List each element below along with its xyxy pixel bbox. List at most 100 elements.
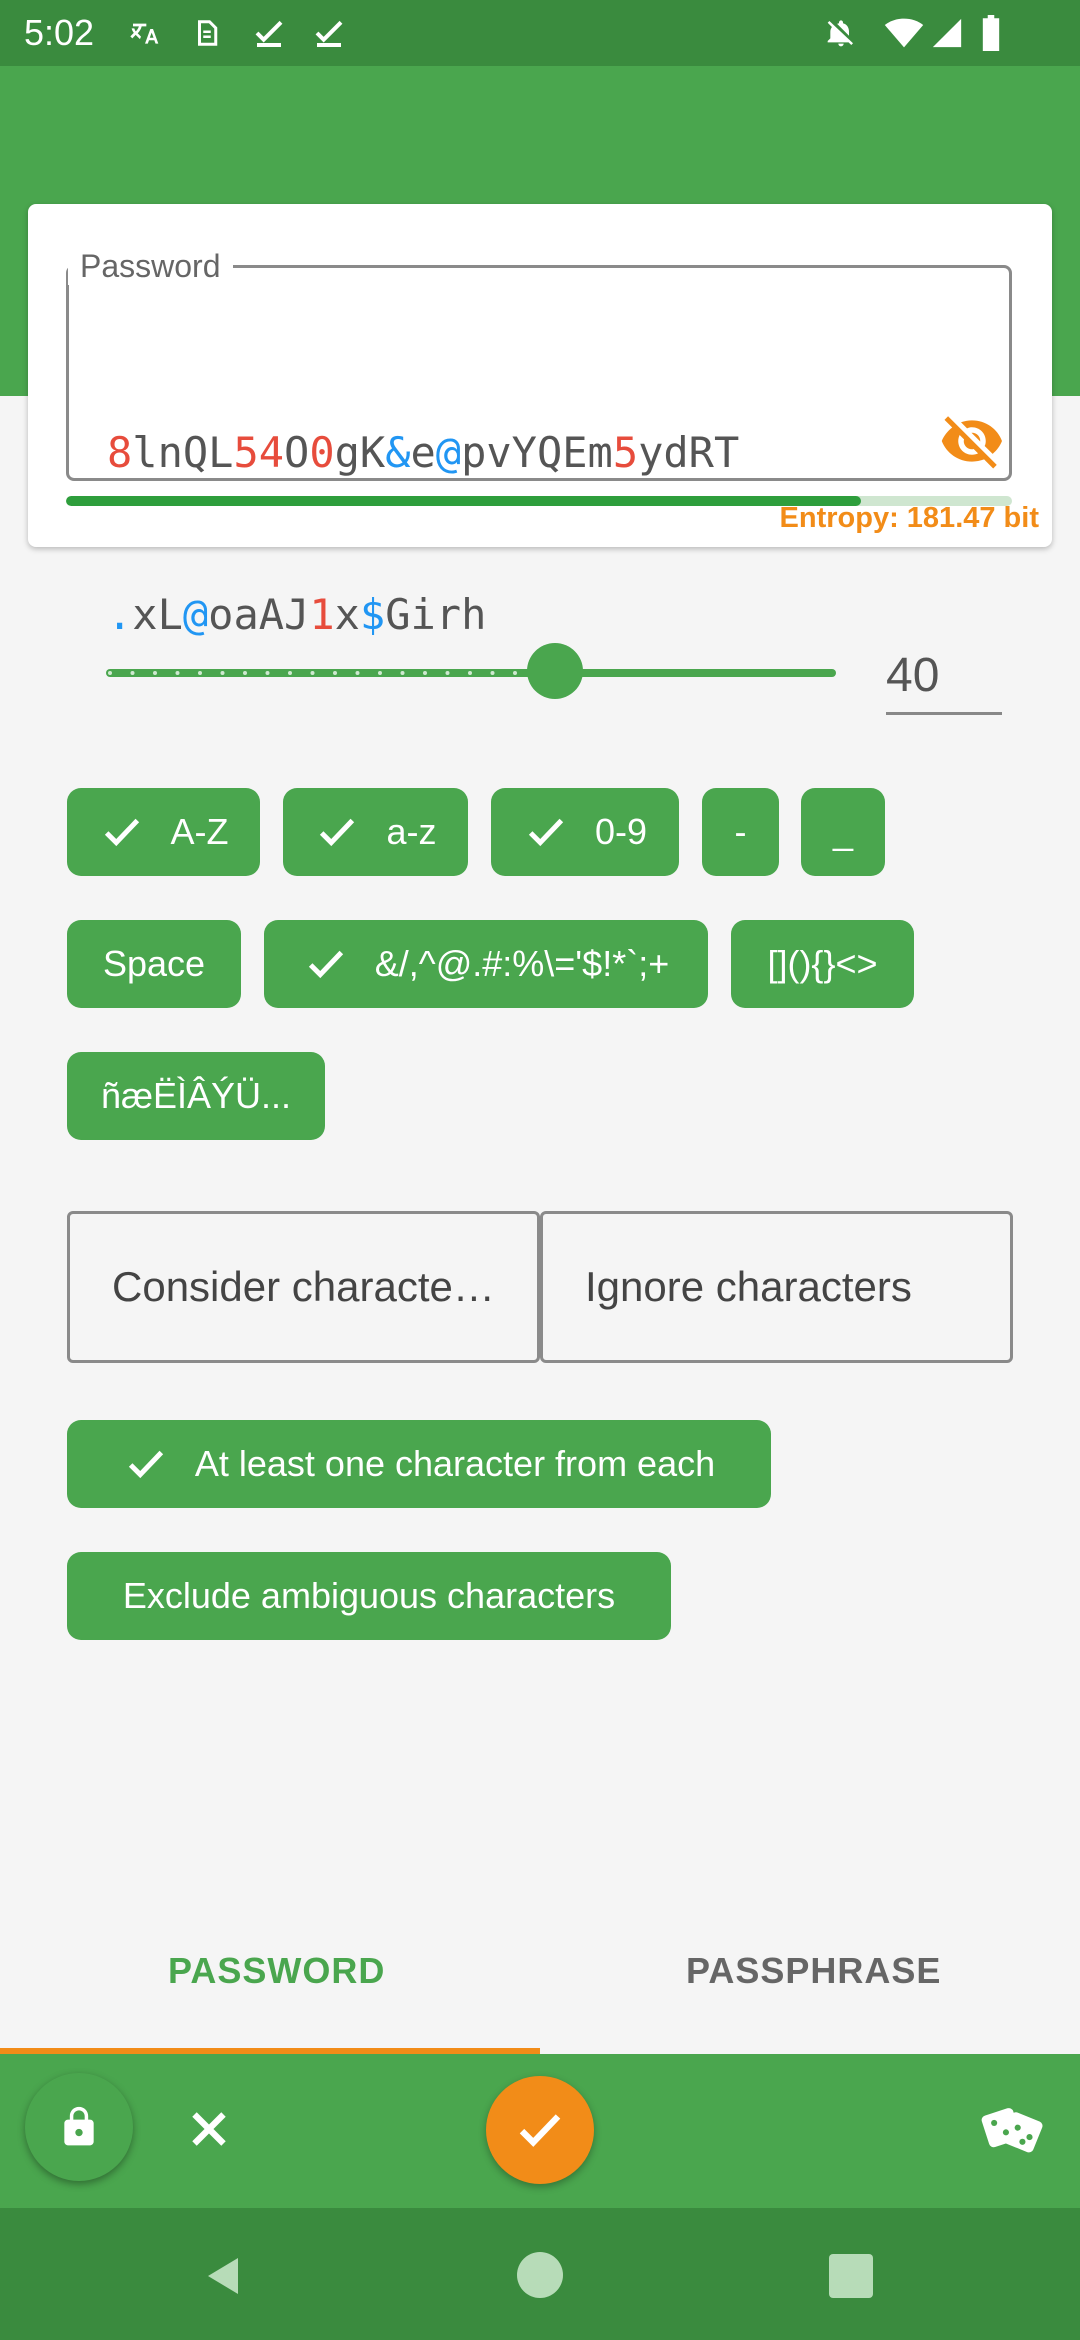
chip-underscore[interactable]: _ bbox=[801, 788, 885, 876]
password-field[interactable]: 8lnQL54O0gK&e@pvYQEm5ydRT .xL@oaAJ1x$Gir… bbox=[66, 265, 1039, 639]
slider-tick bbox=[243, 671, 247, 675]
slider-tick bbox=[198, 671, 202, 675]
password-segment: 0 bbox=[309, 428, 335, 477]
check-icon bbox=[312, 16, 346, 50]
password-segment: gK bbox=[334, 428, 386, 477]
password-segment: oaAJ bbox=[208, 590, 310, 639]
password-segment: $ bbox=[359, 590, 386, 639]
chip-extended[interactable]: ñæËÌÂÝÜ... bbox=[67, 1052, 325, 1140]
slider-tick bbox=[220, 671, 225, 675]
back-button[interactable] bbox=[200, 2252, 248, 2300]
tab-password[interactable]: PASSWORD bbox=[168, 1950, 385, 1992]
password-line-2: .xL@oaAJ1x$Girh bbox=[107, 588, 867, 642]
chip-label: Space bbox=[102, 943, 206, 984]
slider-tick bbox=[423, 671, 427, 675]
password-segment: e bbox=[410, 428, 436, 477]
check-icon bbox=[519, 2114, 561, 2147]
chip-special[interactable]: &/,^@.#:%\='$!*`;+ bbox=[264, 920, 708, 1008]
slider-tick bbox=[468, 671, 472, 675]
check-icon bbox=[320, 818, 355, 847]
home-button[interactable] bbox=[517, 2252, 563, 2298]
battery-icon bbox=[974, 15, 1008, 51]
chip-label: a-z bbox=[386, 811, 437, 852]
translate-icon bbox=[128, 16, 162, 50]
password-line-1: 8lnQL54O0gK&e@pvYQEm5ydRT bbox=[107, 426, 867, 480]
slider-tick bbox=[490, 671, 495, 675]
chip-label: Exclude ambiguous characters bbox=[122, 1575, 616, 1616]
chip-label: At least one character from each bbox=[194, 1443, 716, 1484]
check-icon bbox=[528, 818, 564, 847]
password-segment: @ bbox=[435, 428, 462, 477]
slider-tick bbox=[175, 671, 180, 675]
chip-label: &/,^@.#:%\='$!*`;+ bbox=[374, 943, 670, 984]
tab-passphrase[interactable]: PASSPHRASE bbox=[686, 1950, 941, 1992]
sim-icon bbox=[190, 16, 224, 50]
signal-icon bbox=[930, 16, 964, 50]
password-segment: O bbox=[284, 428, 310, 477]
password-segment: . bbox=[107, 590, 133, 639]
password-segment: 1 bbox=[309, 590, 335, 639]
chip-exclude-ambiguous[interactable]: Exclude ambiguous characters bbox=[67, 1552, 671, 1640]
chip-digits[interactable]: 0-9 bbox=[491, 788, 679, 876]
chip-space[interactable]: Space bbox=[67, 920, 241, 1008]
length-input[interactable]: 40 bbox=[886, 648, 939, 703]
check-icon bbox=[308, 950, 343, 979]
lock-icon bbox=[64, 2106, 94, 2146]
slider-tick bbox=[288, 671, 292, 675]
chip-label: ñæËÌÂÝÜ... bbox=[100, 1075, 292, 1116]
status-bar: 5:02 bbox=[0, 0, 1080, 66]
password-segment: Girh bbox=[385, 590, 487, 639]
password-card: 8lnQL54O0gK&e@pvYQEm5ydRT .xL@oaAJ1x$Gir… bbox=[28, 204, 1052, 639]
confirm-button[interactable] bbox=[486, 2076, 594, 2184]
password-segment: 54 bbox=[233, 428, 285, 477]
lock-button[interactable] bbox=[25, 2073, 133, 2181]
slider-tick bbox=[130, 671, 135, 675]
length-slider-thumb[interactable] bbox=[527, 643, 583, 699]
slider-tick bbox=[355, 671, 360, 675]
dice-button[interactable] bbox=[980, 2100, 1046, 2160]
consider-characters-button[interactable]: Consider characte… bbox=[67, 1211, 540, 1363]
chip-dash[interactable]: - bbox=[702, 788, 779, 876]
check-icon bbox=[104, 818, 139, 847]
slider-tick bbox=[445, 671, 450, 675]
slider-tick bbox=[378, 671, 382, 675]
recents-button[interactable] bbox=[829, 2254, 873, 2298]
slider-tick bbox=[153, 671, 157, 675]
close-icon bbox=[192, 2112, 226, 2146]
password-segment: xL bbox=[132, 590, 183, 639]
visibility-off-icon[interactable] bbox=[939, 408, 1005, 474]
password-segment: @ bbox=[182, 590, 209, 639]
wifi-icon bbox=[884, 16, 924, 50]
dice-icon bbox=[981, 2108, 1043, 2153]
password-segment: x bbox=[334, 590, 360, 639]
password-segment: ydRT bbox=[638, 428, 740, 477]
slider-tick bbox=[310, 671, 315, 675]
chip-lowercase[interactable]: a-z bbox=[283, 788, 468, 876]
status-time: 5:02 bbox=[24, 12, 95, 53]
slider-tick bbox=[333, 671, 337, 675]
slider-tick bbox=[513, 671, 517, 675]
chip-label: - bbox=[734, 811, 747, 852]
password-segment: 5 bbox=[612, 428, 639, 477]
slider-tick bbox=[108, 671, 112, 675]
length-input-underline bbox=[886, 712, 1002, 715]
chip-at-least-one-each[interactable]: At least one character from each bbox=[67, 1420, 771, 1508]
check-icon bbox=[252, 16, 286, 50]
system-navigation-bar bbox=[0, 2208, 1080, 2340]
slider-tick bbox=[265, 671, 270, 675]
ignore-characters-button[interactable]: Ignore characters bbox=[540, 1211, 1013, 1363]
chip-label: _ bbox=[832, 811, 854, 852]
chip-brackets[interactable]: [](){}<> bbox=[731, 920, 914, 1008]
password-segment: 8 bbox=[107, 428, 133, 477]
chip-label: 0-9 bbox=[594, 811, 648, 852]
password-segment: & bbox=[385, 428, 411, 477]
password-label: Password bbox=[68, 248, 233, 285]
notifications-off-icon bbox=[824, 16, 858, 50]
strength-meter bbox=[66, 496, 1012, 506]
strength-meter-fill bbox=[66, 496, 861, 506]
chip-uppercase[interactable]: A-Z bbox=[67, 788, 260, 876]
password-segment: pvYQEm bbox=[461, 428, 613, 477]
chip-label: [](){}<> bbox=[767, 943, 878, 984]
close-button[interactable] bbox=[180, 2100, 238, 2158]
slider-tick bbox=[400, 671, 405, 675]
